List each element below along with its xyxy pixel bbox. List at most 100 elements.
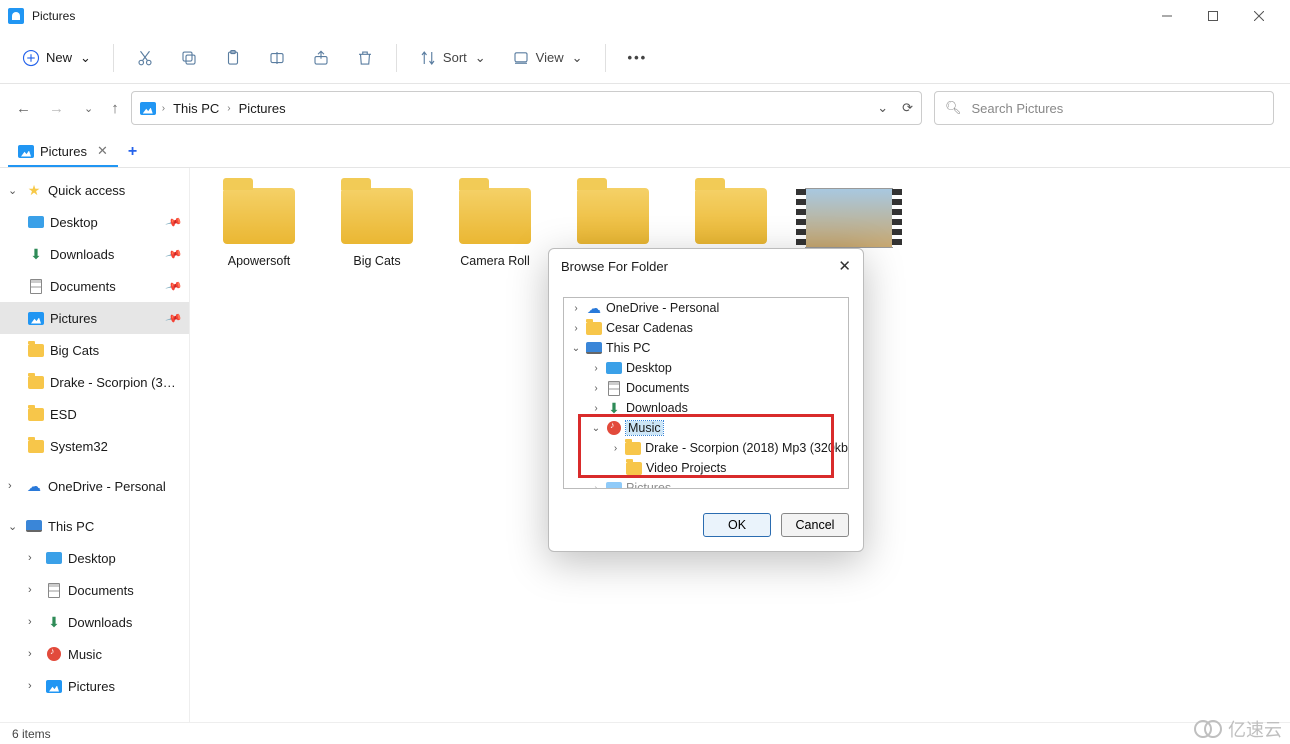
pictures-icon (46, 680, 62, 693)
tree-documents[interactable]: ›Documents (564, 378, 848, 398)
close-button[interactable] (1236, 0, 1282, 32)
toolbar-separator (396, 44, 397, 72)
sidebar-onedrive[interactable]: ›☁OneDrive - Personal (0, 470, 189, 502)
sidebar-pictures[interactable]: Pictures📌 (0, 302, 189, 334)
up-button[interactable]: ↑ (111, 100, 119, 117)
new-button[interactable]: New ⌄ (12, 43, 101, 73)
view-label: View (536, 50, 564, 65)
cancel-button[interactable]: Cancel (781, 513, 849, 537)
crumb-thispc[interactable]: This PC (171, 99, 221, 118)
folder-icon (28, 344, 44, 357)
cut-button[interactable] (126, 43, 164, 73)
sidebar-drake[interactable]: Drake - Scorpion (320) (0, 366, 189, 398)
dialog-close-button[interactable]: ✕ (838, 257, 851, 275)
share-button[interactable] (302, 43, 340, 73)
tree-drake[interactable]: ›Drake - Scorpion (2018) Mp3 (320kb (564, 438, 848, 458)
folder-icon (28, 408, 44, 421)
folder-icon (625, 442, 641, 455)
rename-button[interactable] (258, 43, 296, 73)
sidebar-pc-downloads[interactable]: ›⬇Downloads (0, 606, 189, 638)
crumb-pictures[interactable]: Pictures (237, 99, 288, 118)
sidebar-documents[interactable]: Documents📌 (0, 270, 189, 302)
folder-item[interactable] (686, 188, 776, 254)
folder-icon (28, 440, 44, 453)
folder-apowersoft[interactable]: Apowersoft (214, 188, 304, 268)
tab-label: Pictures (40, 144, 87, 159)
folder-icon (577, 188, 649, 244)
more-button[interactable]: ••• (618, 44, 658, 71)
sidebar: ⌄★Quick access Desktop📌 ⬇Downloads📌 Docu… (0, 168, 190, 722)
maximize-button[interactable] (1190, 0, 1236, 32)
download-icon: ⬇ (28, 246, 44, 262)
desktop-icon (606, 362, 622, 374)
pc-icon (586, 342, 602, 354)
tree-onedrive[interactable]: ›☁OneDrive - Personal (564, 298, 848, 318)
view-button[interactable]: View ⌄ (502, 43, 593, 73)
folder-icon (586, 322, 602, 335)
back-button[interactable]: ← (16, 100, 31, 117)
pin-icon: 📌 (165, 245, 183, 263)
tree-pictures[interactable]: ›Pictures (564, 478, 848, 489)
address-bar[interactable]: › This PC › Pictures ⌄ ⟳ (131, 91, 922, 125)
tree-videoprojects[interactable]: Video Projects (564, 458, 848, 478)
folder-icon (223, 188, 295, 244)
music-icon (607, 421, 621, 435)
forward-button[interactable]: → (49, 100, 64, 117)
tab-row: Pictures ✕ + (0, 132, 1290, 168)
pictures-icon (28, 312, 44, 325)
sort-button[interactable]: Sort ⌄ (409, 43, 496, 73)
tree-desktop[interactable]: ›Desktop (564, 358, 848, 378)
add-tab-button[interactable]: + (118, 137, 147, 167)
sidebar-esd[interactable]: ESD (0, 398, 189, 430)
video-thumb-icon (805, 188, 893, 248)
tree-downloads[interactable]: ›⬇Downloads (564, 398, 848, 418)
folder-icon (459, 188, 531, 244)
tree-thispc[interactable]: ⌄This PC (564, 338, 848, 358)
folder-item[interactable] (568, 188, 658, 254)
download-icon: ⬇ (606, 400, 622, 416)
pictures-icon (18, 145, 34, 158)
nav-row: ← → ⌄ ↑ › This PC › Pictures ⌄ ⟳ 🔍︎ Sear… (0, 84, 1290, 132)
tab-close-icon[interactable]: ✕ (97, 143, 108, 159)
titlebar: Pictures (0, 0, 1290, 32)
folder-icon (695, 188, 767, 244)
sidebar-pc-pictures[interactable]: ›Pictures (0, 670, 189, 702)
sidebar-pc-desktop[interactable]: ›Desktop (0, 542, 189, 574)
address-dropdown-icon[interactable]: ⌄ (877, 100, 888, 116)
tab-pictures[interactable]: Pictures ✕ (8, 137, 118, 167)
document-icon (48, 583, 60, 598)
refresh-button[interactable]: ⟳ (902, 100, 913, 116)
history-dropdown[interactable]: ⌄ (84, 102, 93, 115)
paste-button[interactable] (214, 43, 252, 73)
folder-cameraroll[interactable]: Camera Roll (450, 188, 540, 268)
ok-button[interactable]: OK (703, 513, 771, 537)
tree-music[interactable]: ⌄Music (564, 418, 848, 438)
sidebar-bigcats[interactable]: Big Cats (0, 334, 189, 366)
folder-tree[interactable]: ›☁OneDrive - Personal ›Cesar Cadenas ⌄Th… (563, 297, 849, 489)
pc-icon (26, 520, 42, 532)
breadcrumb-sep: › (227, 103, 230, 114)
sidebar-quick-access[interactable]: ⌄★Quick access (0, 174, 189, 206)
delete-button[interactable] (346, 43, 384, 73)
desktop-icon (28, 216, 44, 228)
sidebar-system32[interactable]: System32 (0, 430, 189, 462)
folder-bigcats[interactable]: Big Cats (332, 188, 422, 268)
sidebar-thispc[interactable]: ⌄This PC (0, 510, 189, 542)
pictures-icon (140, 102, 156, 115)
pictures-icon (606, 482, 622, 490)
download-icon: ⬇ (46, 614, 62, 630)
sidebar-pc-documents[interactable]: ›Documents (0, 574, 189, 606)
music-icon (47, 647, 61, 661)
sidebar-pc-music[interactable]: ›Music (0, 638, 189, 670)
toolbar: New ⌄ Sort ⌄ View ⌄ ••• (0, 32, 1290, 84)
dialog-title: Browse For Folder (561, 259, 668, 274)
tree-user[interactable]: ›Cesar Cadenas (564, 318, 848, 338)
minimize-button[interactable] (1144, 0, 1190, 32)
new-label: New (46, 50, 72, 65)
sidebar-downloads[interactable]: ⬇Downloads📌 (0, 238, 189, 270)
search-box[interactable]: 🔍︎ Search Pictures (934, 91, 1274, 125)
copy-button[interactable] (170, 43, 208, 73)
pin-icon: 📌 (165, 277, 183, 295)
sidebar-desktop[interactable]: Desktop📌 (0, 206, 189, 238)
cloud-icon: ☁ (586, 300, 602, 316)
